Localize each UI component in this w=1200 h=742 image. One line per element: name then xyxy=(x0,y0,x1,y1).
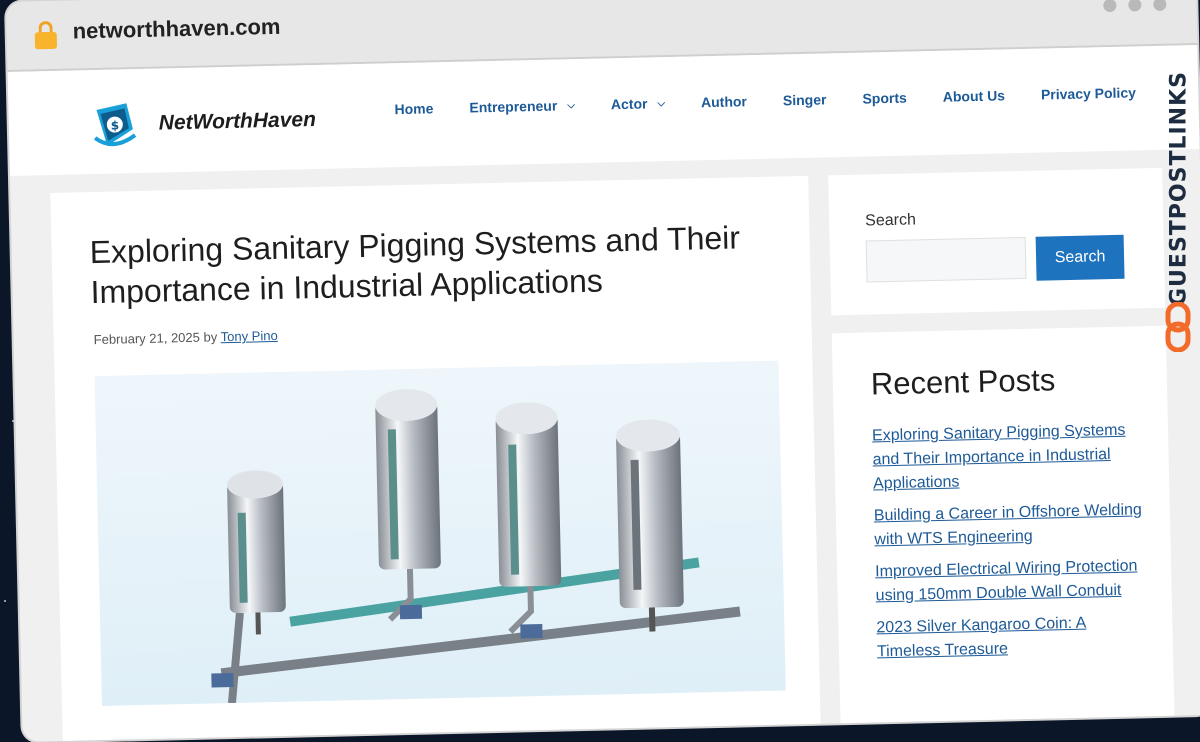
chain-link-icon xyxy=(1165,302,1191,352)
recent-post-link[interactable]: Exploring Sanitary Pigging Systems and T… xyxy=(872,422,1126,493)
nav-item-about-us[interactable]: About Us xyxy=(925,87,1024,105)
svg-text:$: $ xyxy=(111,118,120,132)
badge-text: GUESTPOSTLINKS xyxy=(1166,71,1192,306)
post-title: Exploring Sanitary Pigging Systems and T… xyxy=(89,219,741,311)
pigging-system-illustration xyxy=(211,389,741,704)
tank-1 xyxy=(227,470,286,635)
nav-item-privacy-policy[interactable]: Privacy Policy xyxy=(1023,84,1154,103)
list-item: Exploring Sanitary Pigging Systems and T… xyxy=(872,418,1146,496)
nav-label: Entrepreneur xyxy=(469,97,558,116)
window-dot-icon[interactable] xyxy=(1103,0,1117,13)
recent-post-link[interactable]: 2023 Silver Kangaroo Coin: A Timeless Tr… xyxy=(876,615,1086,661)
recent-post-link[interactable]: Building a Career in Offshore Welding wi… xyxy=(874,501,1142,548)
nav-label: Actor xyxy=(610,95,648,113)
main-navigation: Home Entrepreneur ⌵ Actor ⌵ Author Singer … xyxy=(376,84,1154,118)
nav-item-singer[interactable]: Singer xyxy=(765,91,845,109)
author-link[interactable]: Tony Pino xyxy=(220,328,277,344)
recent-post-link[interactable]: Improved Electrical Wiring Protection us… xyxy=(875,557,1138,604)
recent-posts-title: Recent Posts xyxy=(870,362,1056,402)
search-widget: Search Search xyxy=(828,167,1166,316)
nav-item-sports[interactable]: Sports xyxy=(844,89,925,107)
chevron-down-icon: ⌵ xyxy=(567,99,576,111)
tank-2 xyxy=(375,389,441,622)
nav-item-home[interactable]: Home xyxy=(376,100,451,118)
tank-3 xyxy=(495,402,562,634)
list-item: 2023 Silver Kangaroo Coin: A Timeless Tr… xyxy=(876,610,1149,664)
window-dot-icon[interactable] xyxy=(1128,0,1142,12)
page-content: Exploring Sanitary Pigging Systems and T… xyxy=(10,149,1200,742)
post-article: Exploring Sanitary Pigging Systems and T… xyxy=(50,175,821,742)
window-dot-icon[interactable] xyxy=(1153,0,1167,11)
address-bar-url[interactable]: networthhaven.com xyxy=(72,14,280,45)
money-shield-icon: $ xyxy=(93,103,137,147)
site-name: NetWorthHaven xyxy=(158,108,317,135)
nav-label: Author xyxy=(700,93,748,111)
site-logo[interactable]: $ NetWorthHaven xyxy=(88,95,316,150)
post-meta: February 21, 2025 by Tony Pino xyxy=(94,328,278,347)
featured-image xyxy=(94,360,786,707)
post-date: February 21, 2025 xyxy=(93,329,201,348)
recent-posts-widget: Recent Posts Exploring Sanitary Pigging … xyxy=(831,325,1175,734)
post-by: by xyxy=(203,329,218,345)
search-button[interactable]: Search xyxy=(1035,234,1125,281)
nav-label: Privacy Policy xyxy=(1040,84,1137,103)
nav-label: Home xyxy=(394,100,434,118)
nav-item-author[interactable]: Author xyxy=(683,93,765,111)
chevron-down-icon: ⌵ xyxy=(657,97,666,109)
nav-item-actor[interactable]: Actor ⌵ xyxy=(593,95,683,113)
lock-icon xyxy=(34,20,58,50)
search-label: Search xyxy=(864,211,917,230)
nav-item-entrepreneur[interactable]: Entrepreneur ⌵ xyxy=(451,97,593,116)
nav-label: Sports xyxy=(862,89,907,107)
list-item: Building a Career in Offshore Welding wi… xyxy=(874,498,1147,552)
nav-label: Singer xyxy=(782,91,827,109)
search-input[interactable] xyxy=(865,236,1027,283)
list-item: Improved Electrical Wiring Protection us… xyxy=(875,554,1148,608)
recent-posts-list: Exploring Sanitary Pigging Systems and T… xyxy=(872,418,1150,672)
tank-4 xyxy=(616,419,684,632)
guestpostlinks-badge: GUESTPOSTLINKS xyxy=(1162,56,1194,356)
nav-label: About Us xyxy=(942,87,1006,105)
browser-window: networthhaven.com $ NetWorthHaven Home E… xyxy=(6,0,1200,742)
window-controls xyxy=(1103,0,1167,13)
